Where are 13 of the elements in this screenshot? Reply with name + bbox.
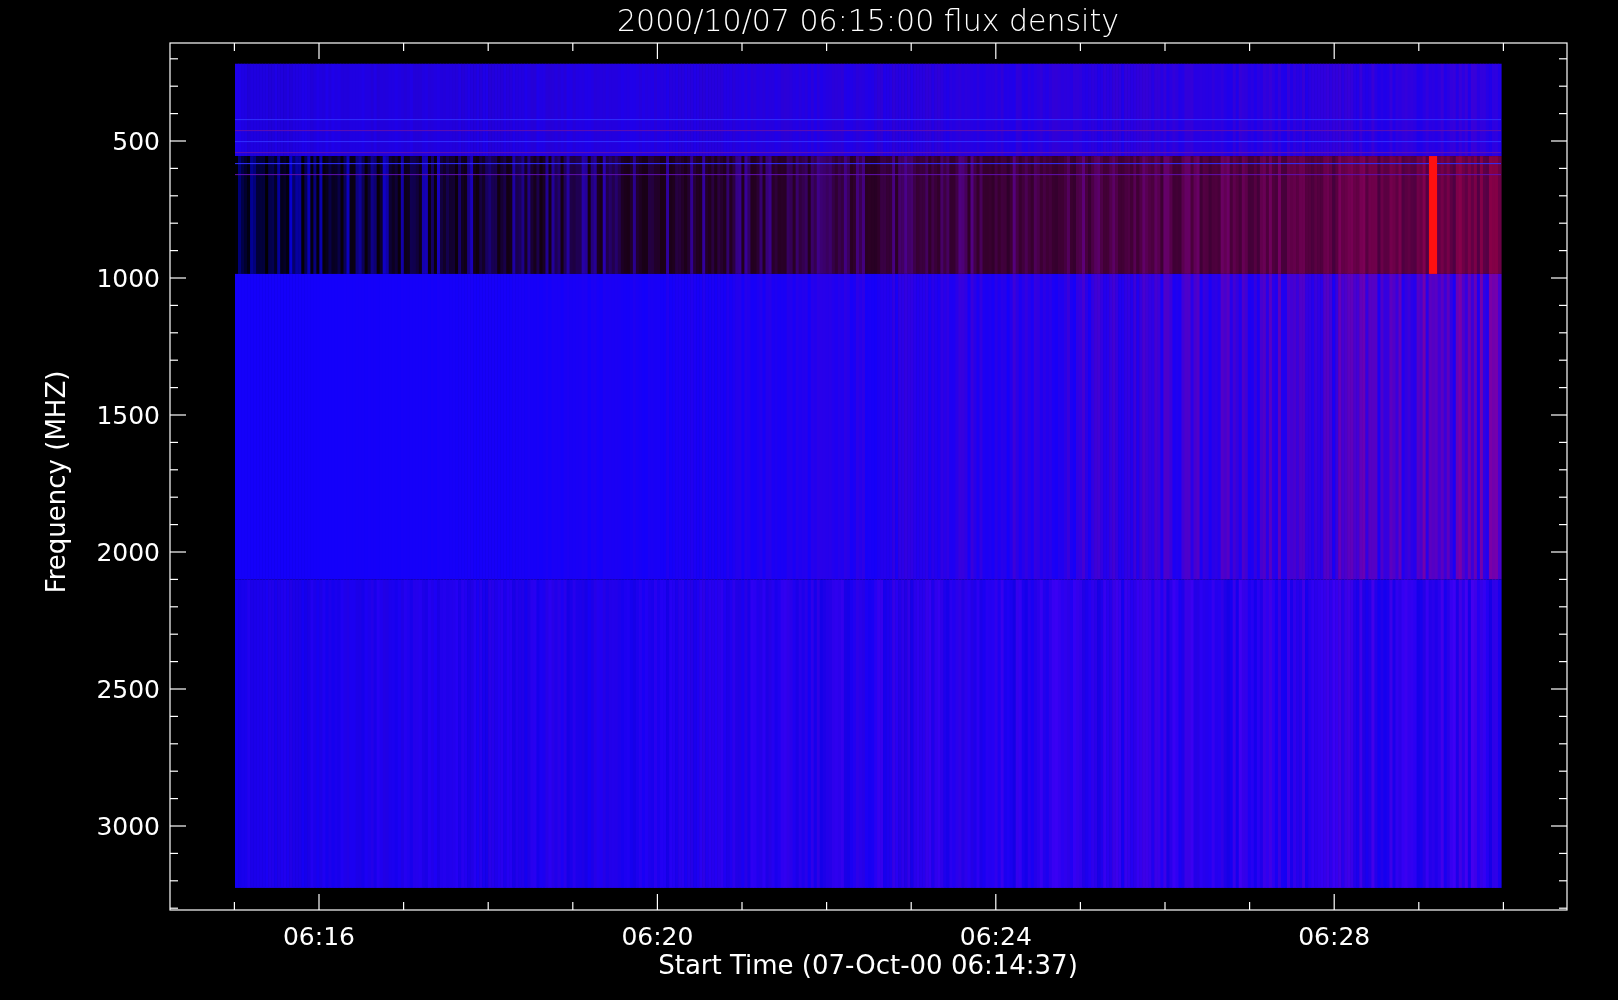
- y-tick-label: 1000: [96, 264, 160, 293]
- x-tick-label: 06:20: [621, 922, 694, 951]
- y-tick-label: 500: [112, 127, 160, 156]
- x-tick-label: 06:28: [1298, 922, 1371, 951]
- x-tick-label: 06:16: [283, 922, 355, 951]
- x-tick-label: 06:24: [959, 922, 1032, 951]
- y-tick-label: 1500: [96, 401, 160, 430]
- y-tick-label: 2000: [96, 538, 160, 567]
- y-axis-title: Frequency (MHZ): [41, 370, 71, 594]
- x-axis-title: Start Time (07-Oct-00 06:14:37): [658, 950, 1078, 980]
- y-tick-label: 3000: [96, 812, 160, 841]
- y-tick-label: 2500: [96, 675, 160, 704]
- chart-title: 2000/10/07 06:15:00 flux density: [617, 3, 1119, 38]
